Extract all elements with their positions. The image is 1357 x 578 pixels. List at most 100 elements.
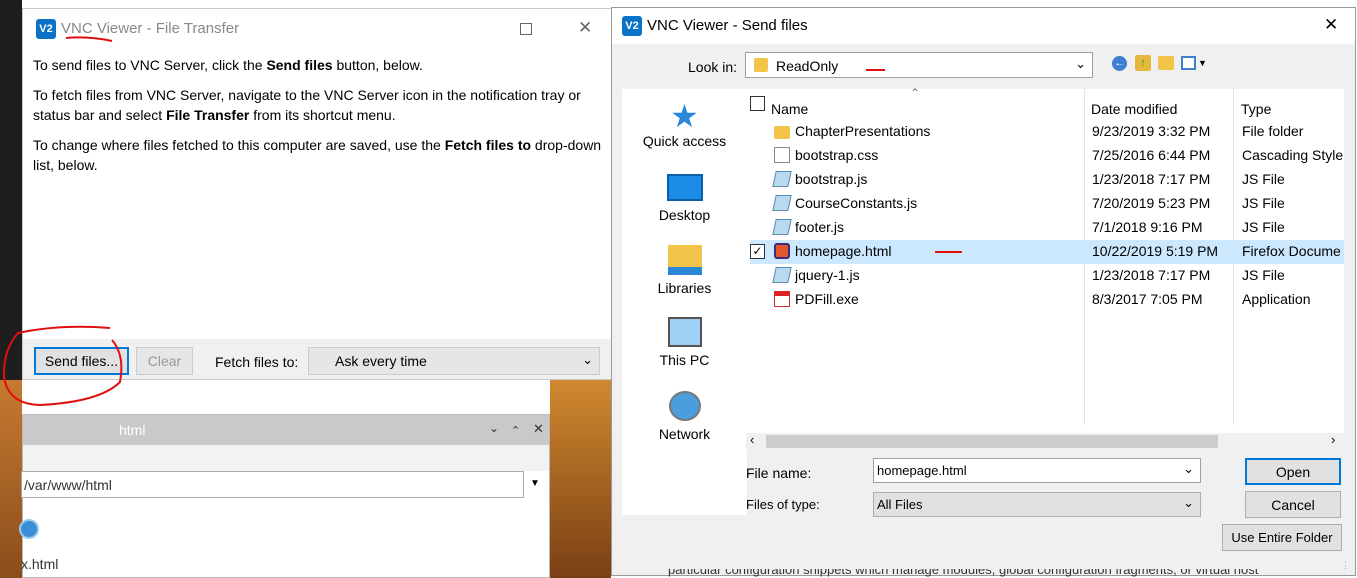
row-checkbox[interactable]: ✓ xyxy=(750,244,765,259)
clear-button[interactable]: Clear xyxy=(136,347,193,375)
filetype-dropdown[interactable]: All Files ⌄ xyxy=(873,492,1201,517)
file-row[interactable]: ChapterPresentations 9/23/2019 3:32 PM Fil… xyxy=(750,120,1344,144)
instruction-change: To change where files fetched to this co… xyxy=(33,137,602,173)
sidebar-item-libraries[interactable]: Libraries xyxy=(622,245,747,311)
js-file-icon xyxy=(772,195,792,211)
css-file-icon xyxy=(774,147,790,163)
back-icon[interactable]: ← xyxy=(1112,56,1127,71)
instruction-fetch: To fetch files from VNC Server, navigate… xyxy=(33,87,581,123)
fetch-files-value: Ask every time xyxy=(335,353,427,369)
use-entire-folder-button[interactable]: Use Entire Folder xyxy=(1222,524,1342,551)
fetch-files-dropdown[interactable]: Ask every time ⌄ xyxy=(308,347,600,375)
sf-titlebar: V2 VNC Viewer - Send files ✕ xyxy=(612,8,1355,44)
view-dropdown-icon[interactable]: ▼ xyxy=(1198,58,1207,68)
scrollbar-thumb[interactable] xyxy=(766,435,1218,448)
computer-icon xyxy=(667,317,702,347)
column-header-date[interactable]: Date modified xyxy=(1091,101,1177,117)
chevron-up-icon[interactable]: ⌃ xyxy=(511,424,520,437)
horizontal-scrollbar[interactable]: ‹ › xyxy=(746,432,1344,450)
file-row[interactable]: footer.js 7/1/2018 9:16 PM JS File xyxy=(750,216,1344,240)
chevron-down-icon: ⌄ xyxy=(1183,461,1194,476)
star-icon: ★ xyxy=(670,98,699,134)
places-sidebar: ★ Quick access Desktop Libraries This PC… xyxy=(622,89,747,515)
look-in-dropdown[interactable]: ReadOnly ⌄ xyxy=(745,52,1093,78)
select-all-checkbox[interactable] xyxy=(750,96,765,111)
bg-window-toolbar xyxy=(23,445,549,471)
close-icon[interactable]: ✕ xyxy=(1324,15,1338,35)
file-date: 7/25/2016 6:44 PM xyxy=(1092,147,1211,163)
maximize-icon[interactable] xyxy=(520,23,532,35)
filename-label: File name: xyxy=(746,465,812,481)
filename-input[interactable]: homepage.html ⌄ xyxy=(873,458,1201,483)
desktop-icon xyxy=(666,174,703,201)
file-row[interactable]: jquery-1.js 1/23/2018 7:17 PM JS File xyxy=(750,264,1344,288)
file-row[interactable]: ✓ homepage.html 10/22/2019 5:19 PM Firefox … xyxy=(750,240,1344,264)
filetype-value: All Files xyxy=(877,497,923,512)
file-name: homepage.html xyxy=(795,243,892,259)
new-folder-icon[interactable] xyxy=(1158,56,1174,70)
file-type: File folder xyxy=(1242,123,1304,139)
file-name: footer.js xyxy=(795,219,845,235)
view-menu-icon[interactable] xyxy=(1181,56,1196,70)
sidebar-label: Libraries xyxy=(657,280,712,296)
desktop-background-orange xyxy=(0,380,22,578)
libraries-icon xyxy=(667,245,702,275)
vnc-logo-icon: V2 xyxy=(36,19,56,39)
column-header-name[interactable]: Name xyxy=(771,101,808,117)
dialog-title: VNC Viewer - Send files xyxy=(647,17,808,34)
sidebar-item-quick-access[interactable]: ★ Quick access xyxy=(622,99,747,165)
file-date: 7/1/2018 9:16 PM xyxy=(1092,219,1203,235)
send-files-button[interactable]: Send files... xyxy=(34,347,129,375)
file-row[interactable]: bootstrap.css 7/25/2016 6:44 PM Cascading … xyxy=(750,144,1344,168)
file-date: 9/23/2019 3:32 PM xyxy=(1092,123,1211,139)
chevron-down-icon: ⌄ xyxy=(1183,495,1194,510)
chevron-down-icon: ⌄ xyxy=(1075,56,1086,71)
file-type: Firefox Docume xyxy=(1242,243,1341,259)
path-text: /var/www/html xyxy=(24,477,112,493)
sidebar-item-this-pc[interactable]: This PC xyxy=(622,317,747,383)
path-input[interactable]: /var/www/html xyxy=(21,471,524,498)
up-folder-icon[interactable]: ↑ xyxy=(1135,55,1151,71)
scroll-left-icon[interactable]: ‹ xyxy=(750,432,754,447)
send-files-dialog: V2 VNC Viewer - Send files ✕ Look in: Re… xyxy=(611,7,1356,576)
sidebar-item-network[interactable]: Network xyxy=(622,391,747,457)
folder-icon xyxy=(754,58,768,72)
file-date: 8/3/2017 7:05 PM xyxy=(1092,291,1203,307)
cancel-button[interactable]: Cancel xyxy=(1245,491,1341,518)
path-dropdown-icon[interactable]: ▼ xyxy=(530,478,540,489)
js-file-icon xyxy=(772,219,792,235)
sidebar-label: Network xyxy=(658,426,711,442)
sidebar-label: Desktop xyxy=(658,207,711,223)
scroll-right-icon[interactable]: › xyxy=(1331,432,1335,447)
background-page-text: particular configuration snippets which … xyxy=(668,569,1259,577)
chevron-down-icon: ⌄ xyxy=(582,352,593,367)
file-type: Cascading Style xyxy=(1242,147,1344,163)
filetype-label: Files of type: xyxy=(746,497,820,512)
folder-icon xyxy=(774,126,790,139)
file-date: 1/23/2018 7:17 PM xyxy=(1092,171,1211,187)
file-row[interactable]: bootstrap.js 1/23/2018 7:17 PM JS File xyxy=(750,168,1344,192)
file-row[interactable]: CourseConstants.js 7/20/2019 5:23 PM JS Fi… xyxy=(750,192,1344,216)
close-icon[interactable]: ✕ xyxy=(578,18,592,38)
file-date: 7/20/2019 5:23 PM xyxy=(1092,195,1211,211)
column-header-type[interactable]: Type xyxy=(1241,101,1271,117)
html-file-icon[interactable] xyxy=(19,519,39,539)
fetch-files-label: Fetch files to: xyxy=(215,354,299,370)
exe-file-icon xyxy=(774,291,790,307)
js-file-icon xyxy=(772,171,792,187)
firefox-file-icon xyxy=(774,243,790,259)
close-icon[interactable]: ✕ xyxy=(533,421,544,437)
filename-value: homepage.html xyxy=(877,463,967,478)
sidebar-item-desktop[interactable]: Desktop xyxy=(622,174,747,240)
file-type: JS File xyxy=(1242,195,1285,211)
file-name: bootstrap.js xyxy=(795,171,868,187)
file-row[interactable]: PDFill.exe 8/3/2017 7:05 PM Application xyxy=(750,288,1344,312)
chevron-down-icon[interactable]: ⌄ xyxy=(489,421,499,435)
desktop-background-mid xyxy=(550,380,611,578)
file-type: Application xyxy=(1242,291,1311,307)
file-label[interactable]: x.html xyxy=(21,556,58,572)
file-type: JS File xyxy=(1242,219,1285,235)
js-file-icon xyxy=(772,267,792,283)
sidebar-label: This PC xyxy=(659,352,710,368)
open-button[interactable]: Open xyxy=(1245,458,1341,485)
